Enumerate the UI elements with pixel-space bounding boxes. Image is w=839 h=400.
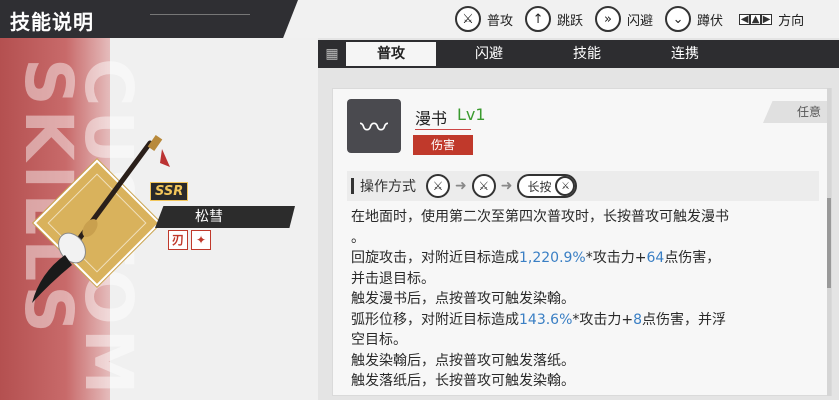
hold-label: 长按 xyxy=(527,179,552,194)
desc-line: 在地面时，使用第二次至第四次普攻时，长按普攻可触发漫书 xyxy=(351,209,729,225)
tab-combo[interactable]: 连携 xyxy=(640,42,730,66)
top-bar: 技能说明 ⚔ 普攻 ↑ 跳跃 » 闪避 ⌄ 蹲伏 ◀ ▲ ▶ 方向 xyxy=(0,0,839,38)
flat-damage: 8 xyxy=(633,311,643,328)
rarity-badge: SSR xyxy=(150,182,189,201)
desc-line: 触发染翰后，点按普攻可触发落纸。 xyxy=(351,352,575,369)
desc-line: 弧形位移，对附近目标造成143.6%*攻击力+8点伤害，并浮 xyxy=(351,311,727,328)
weapon-name: 松彗 xyxy=(155,206,295,228)
scrollbar-thumb[interactable] xyxy=(827,198,831,288)
damage-multiplier: 1,220.9% xyxy=(519,250,586,266)
scrollbar[interactable] xyxy=(827,88,831,396)
control-jump-label: 跳跃 xyxy=(557,13,584,29)
desc-line: 触发落纸后，长按普攻可触发染翰。 xyxy=(351,373,575,389)
arrow-icon: ➜ xyxy=(455,178,467,194)
desc-line: 空目标。 xyxy=(351,332,407,348)
corner-tag: 任意 xyxy=(763,101,831,123)
dodge-icon: » xyxy=(595,6,622,32)
control-attack-label: 普攻 xyxy=(487,13,514,29)
operation-label: 操作方式 xyxy=(360,179,416,195)
crouch-icon: ⌄ xyxy=(665,6,692,32)
grid-icon[interactable]: ▦ xyxy=(318,40,346,68)
weapon-panel: CUSTOM SKILLS SSR 松彗 刃 ✦ xyxy=(0,38,318,400)
dpad-icon: ◀ ▲ ▶ xyxy=(739,13,773,25)
hold-attack-pill: 长按 ⚔ xyxy=(517,174,578,198)
page-title: 技能说明 xyxy=(10,10,94,34)
damage-multiplier: 143.6% xyxy=(519,311,573,328)
attack-button-icon: ⚔ xyxy=(426,174,450,198)
fire-element-icon: ✦ xyxy=(191,230,211,250)
tab-basic-attack[interactable]: 普攻 xyxy=(346,42,436,66)
desc-line: 回旋攻击，对附近目标造成1,220.9%*攻击力+64点伤害， xyxy=(351,250,721,266)
tab-dodge[interactable]: 闪避 xyxy=(444,42,534,66)
desc-line: 。 xyxy=(351,229,365,246)
attack-button-icon: ⚔ xyxy=(471,174,496,198)
skill-panel: ▦ 普攻 闪避 技能 连携 〰 漫书 Lv1 伤害 任意 操作方式 ⚔ ➜ ⚔ … xyxy=(318,38,839,400)
skill-name-underline xyxy=(415,129,471,130)
attack-icon: ⚔ xyxy=(455,6,481,32)
jump-icon: ↑ xyxy=(525,6,552,32)
damage-badge: 伤害 xyxy=(413,135,473,155)
tab-skill[interactable]: 技能 xyxy=(542,42,632,66)
skill-level: Lv1 xyxy=(457,105,486,124)
control-jump[interactable]: ↑ 跳跃 xyxy=(525,6,583,32)
flat-damage: 64 xyxy=(646,250,665,266)
control-dodge-label: 闪避 xyxy=(627,13,654,29)
control-attack[interactable]: ⚔ 普攻 xyxy=(455,6,513,32)
desc-line: 并击退目标。 xyxy=(351,270,435,287)
arrow-icon: ➜ xyxy=(500,178,513,194)
attack-button-icon: ⚔ xyxy=(555,176,576,196)
control-dodge[interactable]: » 闪避 xyxy=(595,6,653,32)
desc-line: 触发漫书后，点按普攻可触发染翰。 xyxy=(351,291,575,307)
control-crouch[interactable]: ⌄ 蹲伏 xyxy=(665,6,723,32)
direction-label: 方向 xyxy=(778,13,805,29)
operation-bar: 操作方式 ⚔ ➜ ⚔ ➜ 长按 ⚔ xyxy=(347,171,819,201)
skill-card: 〰 漫书 Lv1 伤害 任意 操作方式 ⚔ ➜ ⚔ ➜ 长按 ⚔ 在地面时，使用… xyxy=(332,88,832,396)
skill-tabs: ▦ 普攻 闪避 技能 连携 xyxy=(318,40,839,68)
skill-ink-icon: 〰 xyxy=(347,99,401,153)
control-hints: ⚔ 普攻 ↑ 跳跃 » 闪避 ⌄ 蹲伏 ◀ ▲ ▶ 方向 xyxy=(455,4,804,34)
weapon-tags: 刃 ✦ xyxy=(168,230,214,250)
blade-type-icon: 刃 xyxy=(168,230,188,250)
skill-name: 漫书 xyxy=(415,109,448,128)
skill-description: 在地面时，使用第二次至第四次普攻时，长按普攻可触发漫书 。 回旋攻击，对附近目标… xyxy=(351,207,811,392)
title-decoration xyxy=(150,14,250,15)
control-crouch-label: 蹲伏 xyxy=(697,13,724,29)
